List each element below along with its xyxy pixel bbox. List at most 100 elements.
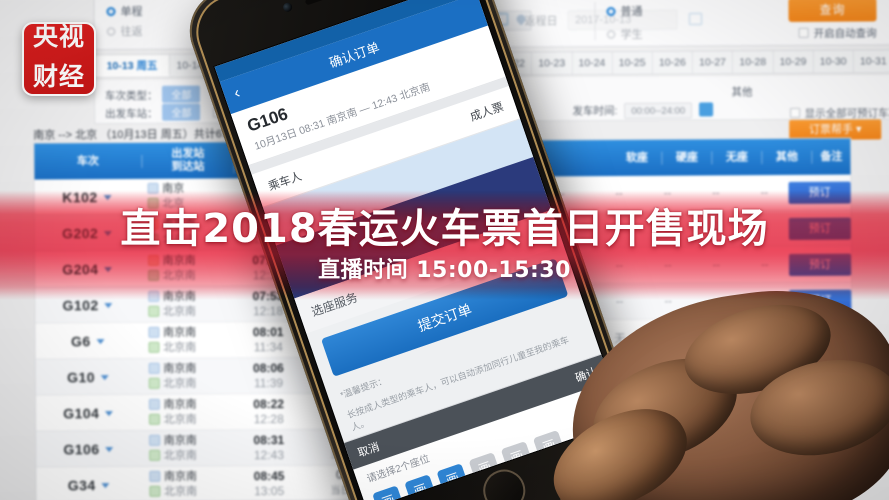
panel-divider bbox=[594, 2, 596, 41]
radio-unselected-icon-2 bbox=[606, 30, 616, 40]
end-station-icon bbox=[147, 305, 159, 317]
cell-train-number: G34 bbox=[36, 476, 141, 493]
date-tab-label: 10-27 bbox=[699, 56, 726, 69]
phone-passenger-type: 成人票 bbox=[468, 101, 506, 124]
ticket-type-student[interactable]: 学生 bbox=[606, 25, 649, 43]
date-tab-label: 10-23 bbox=[538, 57, 566, 70]
broadcast-subtitle: 直播时间 15:00-15:30 bbox=[318, 258, 571, 283]
th-no-seat: 无座 bbox=[712, 150, 763, 164]
trip-type-oneway[interactable]: 单程 bbox=[106, 3, 143, 19]
train-number-text: G106 bbox=[63, 440, 100, 457]
depart-time-filter: 发车时间: 00:00--24:00 bbox=[572, 102, 714, 119]
train-number-text: G104 bbox=[63, 404, 100, 421]
date-tab-10-29[interactable]: 10-29 bbox=[773, 50, 814, 74]
logo-line-2: 财经 bbox=[32, 62, 85, 91]
date-tab-10-28[interactable]: 10-28 bbox=[733, 51, 774, 74]
cell-stations: 南京南北京南 bbox=[140, 325, 230, 356]
arrive-time: 12:43 bbox=[253, 447, 285, 462]
date-tab-label: 10-13 bbox=[106, 59, 134, 73]
trip-type-group: 单程 往返 bbox=[106, 3, 143, 39]
date-tab-label: 10-26 bbox=[658, 56, 686, 69]
depart-time: 08:45 bbox=[253, 468, 285, 483]
return-date-label: 返程日 bbox=[524, 15, 558, 28]
depart-station-label: 出发车站： bbox=[105, 107, 158, 121]
cell-stations: 南京南北京南 bbox=[141, 433, 231, 464]
arrive-time: 12:28 bbox=[253, 411, 284, 426]
ticket-student-label: 学生 bbox=[620, 28, 643, 41]
seat-select-icon[interactable]: 画 bbox=[372, 485, 406, 500]
date-tab-10-27[interactable]: 10-27 bbox=[692, 51, 734, 74]
trip-type-oneway-label: 单程 bbox=[120, 5, 143, 19]
ticket-type-normal[interactable]: 普通 bbox=[606, 2, 648, 20]
calendar-icon-2[interactable] bbox=[688, 12, 703, 26]
depart-time-value[interactable]: 00:00--24:00 bbox=[624, 102, 693, 119]
start-station-icon bbox=[148, 326, 160, 338]
depart-station-all-tag[interactable]: 全部 bbox=[162, 103, 201, 121]
chevron-down-icon[interactable] bbox=[105, 410, 114, 416]
th-soft-seat: 软座 bbox=[612, 151, 663, 165]
chevron-down-icon[interactable] bbox=[105, 446, 114, 452]
start-station-icon bbox=[148, 362, 160, 374]
station-from: 南京南 bbox=[148, 433, 230, 448]
auto-query-label: 开启自动查询 bbox=[813, 27, 877, 40]
cell-times: 08:45 13:05 bbox=[230, 468, 308, 498]
depart-time: 08:06 bbox=[253, 360, 284, 375]
trip-type-round-label: 往返 bbox=[120, 25, 143, 39]
chevron-down-icon[interactable] bbox=[96, 338, 105, 344]
date-tab-10-26[interactable]: 10-26 bbox=[652, 51, 693, 74]
date-tab-10-25[interactable]: 10-25 bbox=[612, 51, 653, 75]
cell-times: 08:06 11:39 bbox=[230, 360, 308, 390]
date-tab-10-13[interactable]: 10-13 周五 bbox=[94, 54, 171, 78]
spinner-icon[interactable] bbox=[699, 102, 714, 117]
train-type-other-option[interactable]: 其他 bbox=[731, 86, 752, 98]
ticket-type-group: 普通 学生 bbox=[606, 2, 648, 43]
station-from: 南京南 bbox=[148, 361, 229, 376]
checkbox-icon bbox=[798, 27, 809, 38]
th-train: 车次 bbox=[34, 154, 143, 169]
station-from: 南京南 bbox=[148, 397, 229, 412]
cell-train-number: G6 bbox=[35, 332, 140, 349]
ticket-helper-label: 订票帮手 bbox=[808, 123, 853, 136]
depart-time: 08:31 bbox=[253, 432, 285, 447]
cell-times: 08:22 12:28 bbox=[230, 396, 308, 426]
end-station-icon bbox=[149, 485, 161, 497]
station-to: 北京南 bbox=[148, 448, 230, 463]
end-station-icon bbox=[148, 377, 160, 389]
show-all-bookable-checkbox[interactable]: 显示全部可预订车次 bbox=[789, 105, 889, 121]
date-tab-label: 10-28 bbox=[739, 56, 767, 69]
auto-query-checkbox[interactable]: 开启自动查询 bbox=[798, 25, 877, 40]
show-all-bookable-label: 显示全部可预订车次 bbox=[804, 107, 889, 120]
chevron-down-icon[interactable] bbox=[104, 302, 113, 308]
phone-sheet-cancel[interactable]: 取消 bbox=[356, 438, 382, 460]
end-station-icon bbox=[148, 341, 160, 353]
date-tab-10-31[interactable]: 10-31 bbox=[854, 50, 889, 72]
query-button[interactable]: 查询 bbox=[788, 0, 877, 22]
date-tab-label: 10-31 bbox=[859, 55, 887, 68]
start-station-icon bbox=[148, 470, 160, 482]
station-from: 南京南 bbox=[148, 325, 229, 340]
date-tab-10-30[interactable]: 10-30 bbox=[813, 50, 854, 73]
cctv-finance-logo: 央视 财经 bbox=[22, 22, 96, 96]
cell-stations: 南京南北京南 bbox=[141, 469, 231, 500]
station-to: 北京南 bbox=[148, 376, 229, 391]
cell-stations: 南京南北京南 bbox=[140, 361, 230, 392]
station-to: 北京南 bbox=[147, 304, 229, 319]
cell-stations: 南京南北京南 bbox=[140, 397, 230, 428]
date-tab-weekday: 周五 bbox=[133, 59, 158, 72]
radio-selected-icon bbox=[106, 7, 116, 17]
cell-train-number: G10 bbox=[36, 368, 141, 385]
th-remark: 备注 bbox=[820, 150, 843, 163]
date-tab-10-23[interactable]: 10-23 bbox=[532, 52, 573, 75]
chevron-down-icon[interactable] bbox=[101, 482, 110, 488]
th-station-from: 出发站 bbox=[171, 147, 205, 160]
train-type-all-tag[interactable]: 全部 bbox=[162, 85, 201, 103]
chevron-down-icon[interactable] bbox=[101, 374, 110, 380]
train-type-label: 车次类型： bbox=[104, 89, 158, 103]
date-tab-10-24[interactable]: 10-24 bbox=[572, 52, 613, 75]
end-station-icon bbox=[148, 413, 160, 425]
trip-type-round[interactable]: 往返 bbox=[106, 23, 143, 39]
back-arrow-icon[interactable]: ‹ bbox=[232, 85, 243, 104]
th-stations: 出发站 到达站 bbox=[142, 147, 235, 174]
train-number-text: G6 bbox=[70, 332, 91, 349]
screenshot-stage: 单程 往返 出发地 南京 目的地 北京 bbox=[0, 0, 889, 500]
